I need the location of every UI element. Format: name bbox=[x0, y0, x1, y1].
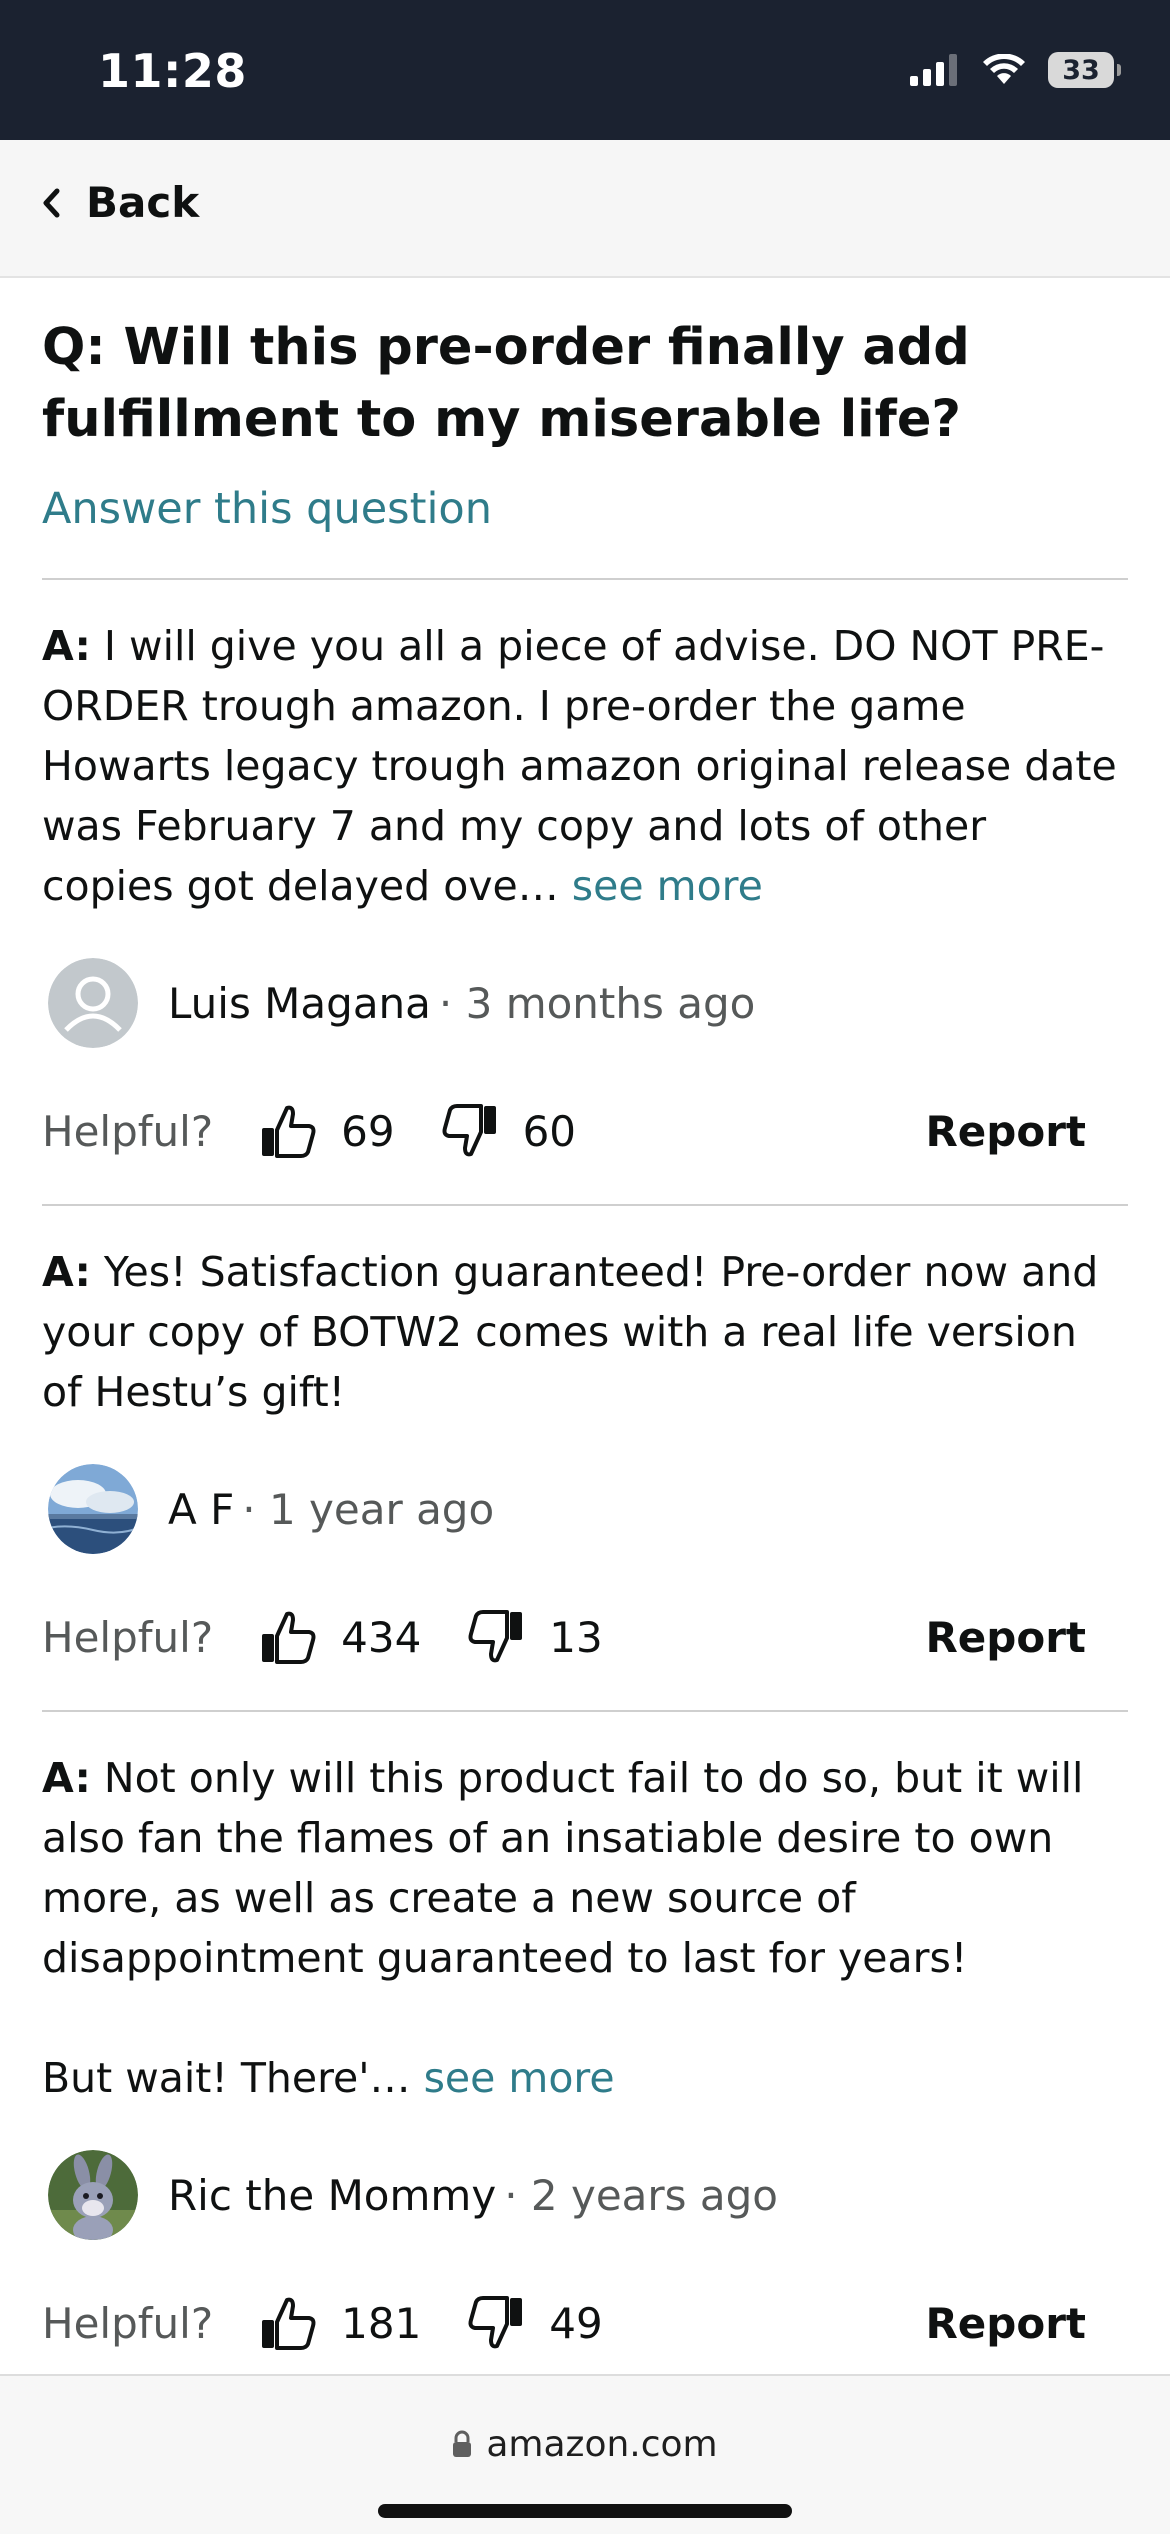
report-button[interactable]: Report bbox=[925, 2299, 1086, 2348]
answer-date: · 3 months ago bbox=[438, 978, 756, 1028]
thumbs-down-icon bbox=[468, 1610, 523, 1663]
helpful-row: Helpful? 69 60 Report bbox=[42, 1086, 1128, 1176]
home-indicator bbox=[378, 2504, 792, 2518]
back-button[interactable]: Back bbox=[40, 178, 199, 227]
answer-item: A: I will give you all a piece of advise… bbox=[42, 580, 1128, 1206]
wifi-icon bbox=[983, 54, 1025, 84]
upvote-count: 181 bbox=[341, 2298, 422, 2348]
author-row: Luis Magana · 3 months ago bbox=[42, 958, 1128, 1048]
answer-body: Not only will this product fail to do so… bbox=[42, 1754, 1084, 2102]
thumbs-down-button[interactable]: 49 bbox=[467, 2294, 603, 2352]
answer-item: A: Yes! Satisfaction guaranteed! Pre-ord… bbox=[42, 1206, 1128, 1712]
answer-item: A: Not only will this product fail to do… bbox=[42, 1712, 1128, 2368]
thumbs-up-icon bbox=[262, 1105, 316, 1158]
answer-date: · 1 year ago bbox=[242, 1484, 495, 1534]
thumbs-up-button[interactable]: 434 bbox=[259, 1608, 421, 1666]
report-button[interactable]: Report bbox=[925, 1107, 1086, 1156]
url-display[interactable]: amazon.com bbox=[0, 2424, 1170, 2465]
answer-date: · 2 years ago bbox=[504, 2170, 778, 2220]
answer-prefix: A: bbox=[42, 1248, 91, 1296]
author-name[interactable]: A F bbox=[168, 1485, 234, 1534]
status-icons: 33 bbox=[910, 52, 1121, 88]
helpful-row: Helpful? 434 13 Report bbox=[42, 1592, 1128, 1682]
thumbs-down-icon bbox=[442, 1104, 496, 1157]
browser-url-bar[interactable]: amazon.com bbox=[0, 2374, 1170, 2534]
answer-question-link[interactable]: Answer this question bbox=[42, 484, 1128, 534]
lock-icon bbox=[453, 2430, 472, 2457]
helpful-label: Helpful? bbox=[42, 1612, 214, 1662]
author-name[interactable]: Ric the Mommy bbox=[168, 2171, 496, 2220]
thumbs-up-button[interactable]: 69 bbox=[259, 1102, 395, 1160]
default-user-avatar-icon bbox=[48, 958, 138, 1048]
thumbs-down-icon bbox=[468, 2296, 523, 2349]
answer-text: A: I will give you all a piece of advise… bbox=[42, 616, 1128, 916]
nav-bar: Back bbox=[0, 140, 1170, 278]
battery-level: 33 bbox=[1062, 54, 1100, 86]
see-more-link[interactable]: see more bbox=[572, 862, 763, 910]
answer-body: Yes! Satisfaction guaranteed! Pre-order … bbox=[42, 1248, 1099, 1416]
helpful-label: Helpful? bbox=[42, 2298, 214, 2348]
answer-text: A: Yes! Satisfaction guaranteed! Pre-ord… bbox=[42, 1242, 1128, 1422]
chevron-left-icon bbox=[43, 188, 60, 217]
author-row: A F · 1 year ago bbox=[42, 1464, 1128, 1554]
thumbs-up-icon bbox=[262, 2297, 316, 2350]
thumbs-up-icon bbox=[262, 1611, 316, 1664]
downvote-count: 60 bbox=[522, 1106, 577, 1156]
qa-content: Q: Will this pre-order finally add fulfi… bbox=[42, 278, 1128, 2368]
report-button[interactable]: Report bbox=[925, 1613, 1086, 1662]
thumbs-up-button[interactable]: 181 bbox=[259, 2294, 421, 2352]
upvote-count: 434 bbox=[341, 1612, 422, 1662]
battery-icon: 33 bbox=[1048, 52, 1121, 88]
rabbit-avatar bbox=[48, 2150, 138, 2240]
answer-prefix: A: bbox=[42, 1754, 91, 1802]
cellular-signal-icon bbox=[910, 54, 957, 86]
helpful-label: Helpful? bbox=[42, 1106, 214, 1156]
author-row: Ric the Mommy · 2 years ago bbox=[42, 2150, 1128, 2240]
back-label: Back bbox=[86, 178, 200, 227]
thumbs-down-button[interactable]: 13 bbox=[467, 1608, 603, 1666]
thumbs-down-button[interactable]: 60 bbox=[441, 1102, 576, 1160]
helpful-row: Helpful? 181 49 Report bbox=[42, 2278, 1128, 2368]
status-bar: 11:28 33 bbox=[0, 0, 1170, 140]
sky-ocean-avatar bbox=[48, 1464, 138, 1554]
author-name[interactable]: Luis Magana bbox=[168, 979, 431, 1028]
downvote-count: 49 bbox=[549, 2298, 603, 2348]
status-time: 11:28 bbox=[98, 44, 247, 98]
downvote-count: 13 bbox=[549, 1612, 603, 1662]
answer-text: A: Not only will this product fail to do… bbox=[42, 1748, 1128, 2108]
upvote-count: 69 bbox=[341, 1106, 395, 1156]
see-more-link[interactable]: see more bbox=[424, 2054, 615, 2102]
answer-prefix: A: bbox=[42, 622, 91, 670]
url-text: amazon.com bbox=[486, 2424, 718, 2465]
question-title: Q: Will this pre-order finally add fulfi… bbox=[42, 318, 970, 449]
